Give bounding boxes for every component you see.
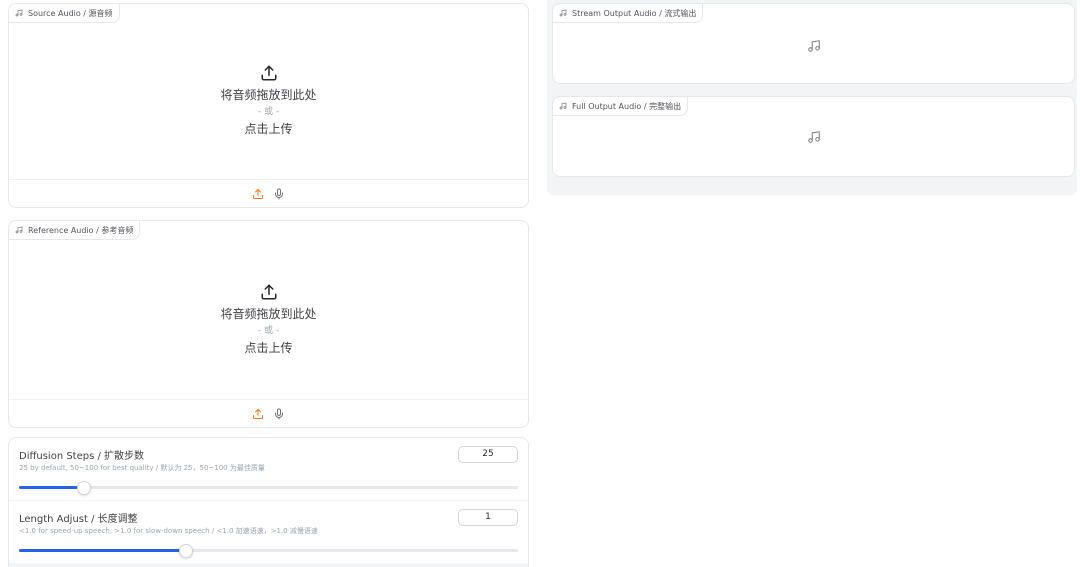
diffusion-steps-block: Diffusion Steps / 扩散步数 25 by default, 50…	[9, 438, 528, 500]
music-note-icon	[15, 9, 23, 17]
reference-audio-toolbar	[9, 399, 528, 427]
diffusion-steps-thumb[interactable]	[76, 481, 91, 495]
length-adjust-title: Length Adjust / 长度调整	[19, 514, 138, 525]
reference-audio-dropzone[interactable]: 将音频拖放到此处 - 或 - 点击上传	[9, 240, 528, 399]
source-audio-toolbar	[9, 179, 528, 207]
length-adjust-block: Length Adjust / 长度调整 <1.0 for speed-up s…	[9, 501, 528, 563]
or-text: - 或 -	[257, 107, 280, 117]
output-column: Stream Output Audio / 流式输出 Full Output A…	[547, 0, 1077, 195]
diffusion-steps-title: Diffusion Steps / 扩散步数	[19, 451, 145, 462]
drop-text: 将音频拖放到此处	[220, 88, 317, 102]
music-note-icon	[15, 226, 23, 234]
click-upload-text: 点击上传	[244, 340, 293, 355]
source-audio-label: Source Audio / 源音频	[9, 4, 120, 23]
upload-icon	[261, 65, 276, 81]
music-note-icon	[807, 40, 820, 52]
stream-output-label: Stream Output Audio / 流式输出	[553, 4, 704, 23]
diffusion-steps-input[interactable]: 25	[458, 446, 518, 463]
stream-output-panel: Stream Output Audio / 流式输出	[552, 3, 1075, 84]
stream-output-label-text: Stream Output Audio / 流式输出	[572, 8, 697, 18]
music-note-icon	[559, 102, 567, 110]
source-audio-panel: Source Audio / 源音频 将音频拖放到此处 - 或 - 点击上传	[8, 3, 529, 208]
upload-icon[interactable]	[252, 188, 264, 200]
reference-audio-label-text: Reference Audio / 参考音频	[28, 225, 134, 235]
music-note-icon	[807, 131, 820, 143]
reference-audio-panel: Reference Audio / 参考音频 将音频拖放到此处 - 或 - 点击…	[8, 220, 529, 428]
upload-icon[interactable]	[252, 408, 264, 420]
click-upload-text: 点击上传	[244, 122, 293, 136]
source-audio-dropzone[interactable]: 将音频拖放到此处 - 或 - 点击上传	[9, 23, 528, 179]
microphone-icon[interactable]	[273, 188, 285, 200]
full-output-label-text: Full Output Audio / 完整输出	[572, 101, 682, 111]
length-adjust-fill	[19, 549, 187, 552]
length-adjust-input[interactable]: 1	[458, 509, 518, 526]
music-note-icon	[559, 9, 567, 17]
diffusion-steps-fill	[19, 486, 84, 489]
full-output-label: Full Output Audio / 完整输出	[553, 97, 689, 116]
length-adjust-slider[interactable]	[19, 544, 518, 558]
full-output-panel: Full Output Audio / 完整输出	[552, 96, 1075, 177]
source-audio-label-text: Source Audio / 源音频	[28, 8, 113, 18]
microphone-icon[interactable]	[273, 408, 285, 420]
drop-text: 将音频拖放到此处	[220, 306, 317, 321]
settings-panel: Diffusion Steps / 扩散步数 25 by default, 50…	[8, 437, 529, 567]
length-adjust-info: <1.0 for speed-up speech, >1.0 for slow-…	[19, 527, 318, 535]
reference-audio-label: Reference Audio / 参考音频	[9, 221, 141, 240]
or-text: - 或 -	[257, 325, 280, 336]
upload-icon	[261, 284, 276, 299]
length-adjust-thumb[interactable]	[179, 544, 194, 558]
diffusion-steps-slider[interactable]	[19, 481, 518, 495]
diffusion-steps-info: 25 by default, 50~100 for best quality /…	[19, 464, 265, 472]
